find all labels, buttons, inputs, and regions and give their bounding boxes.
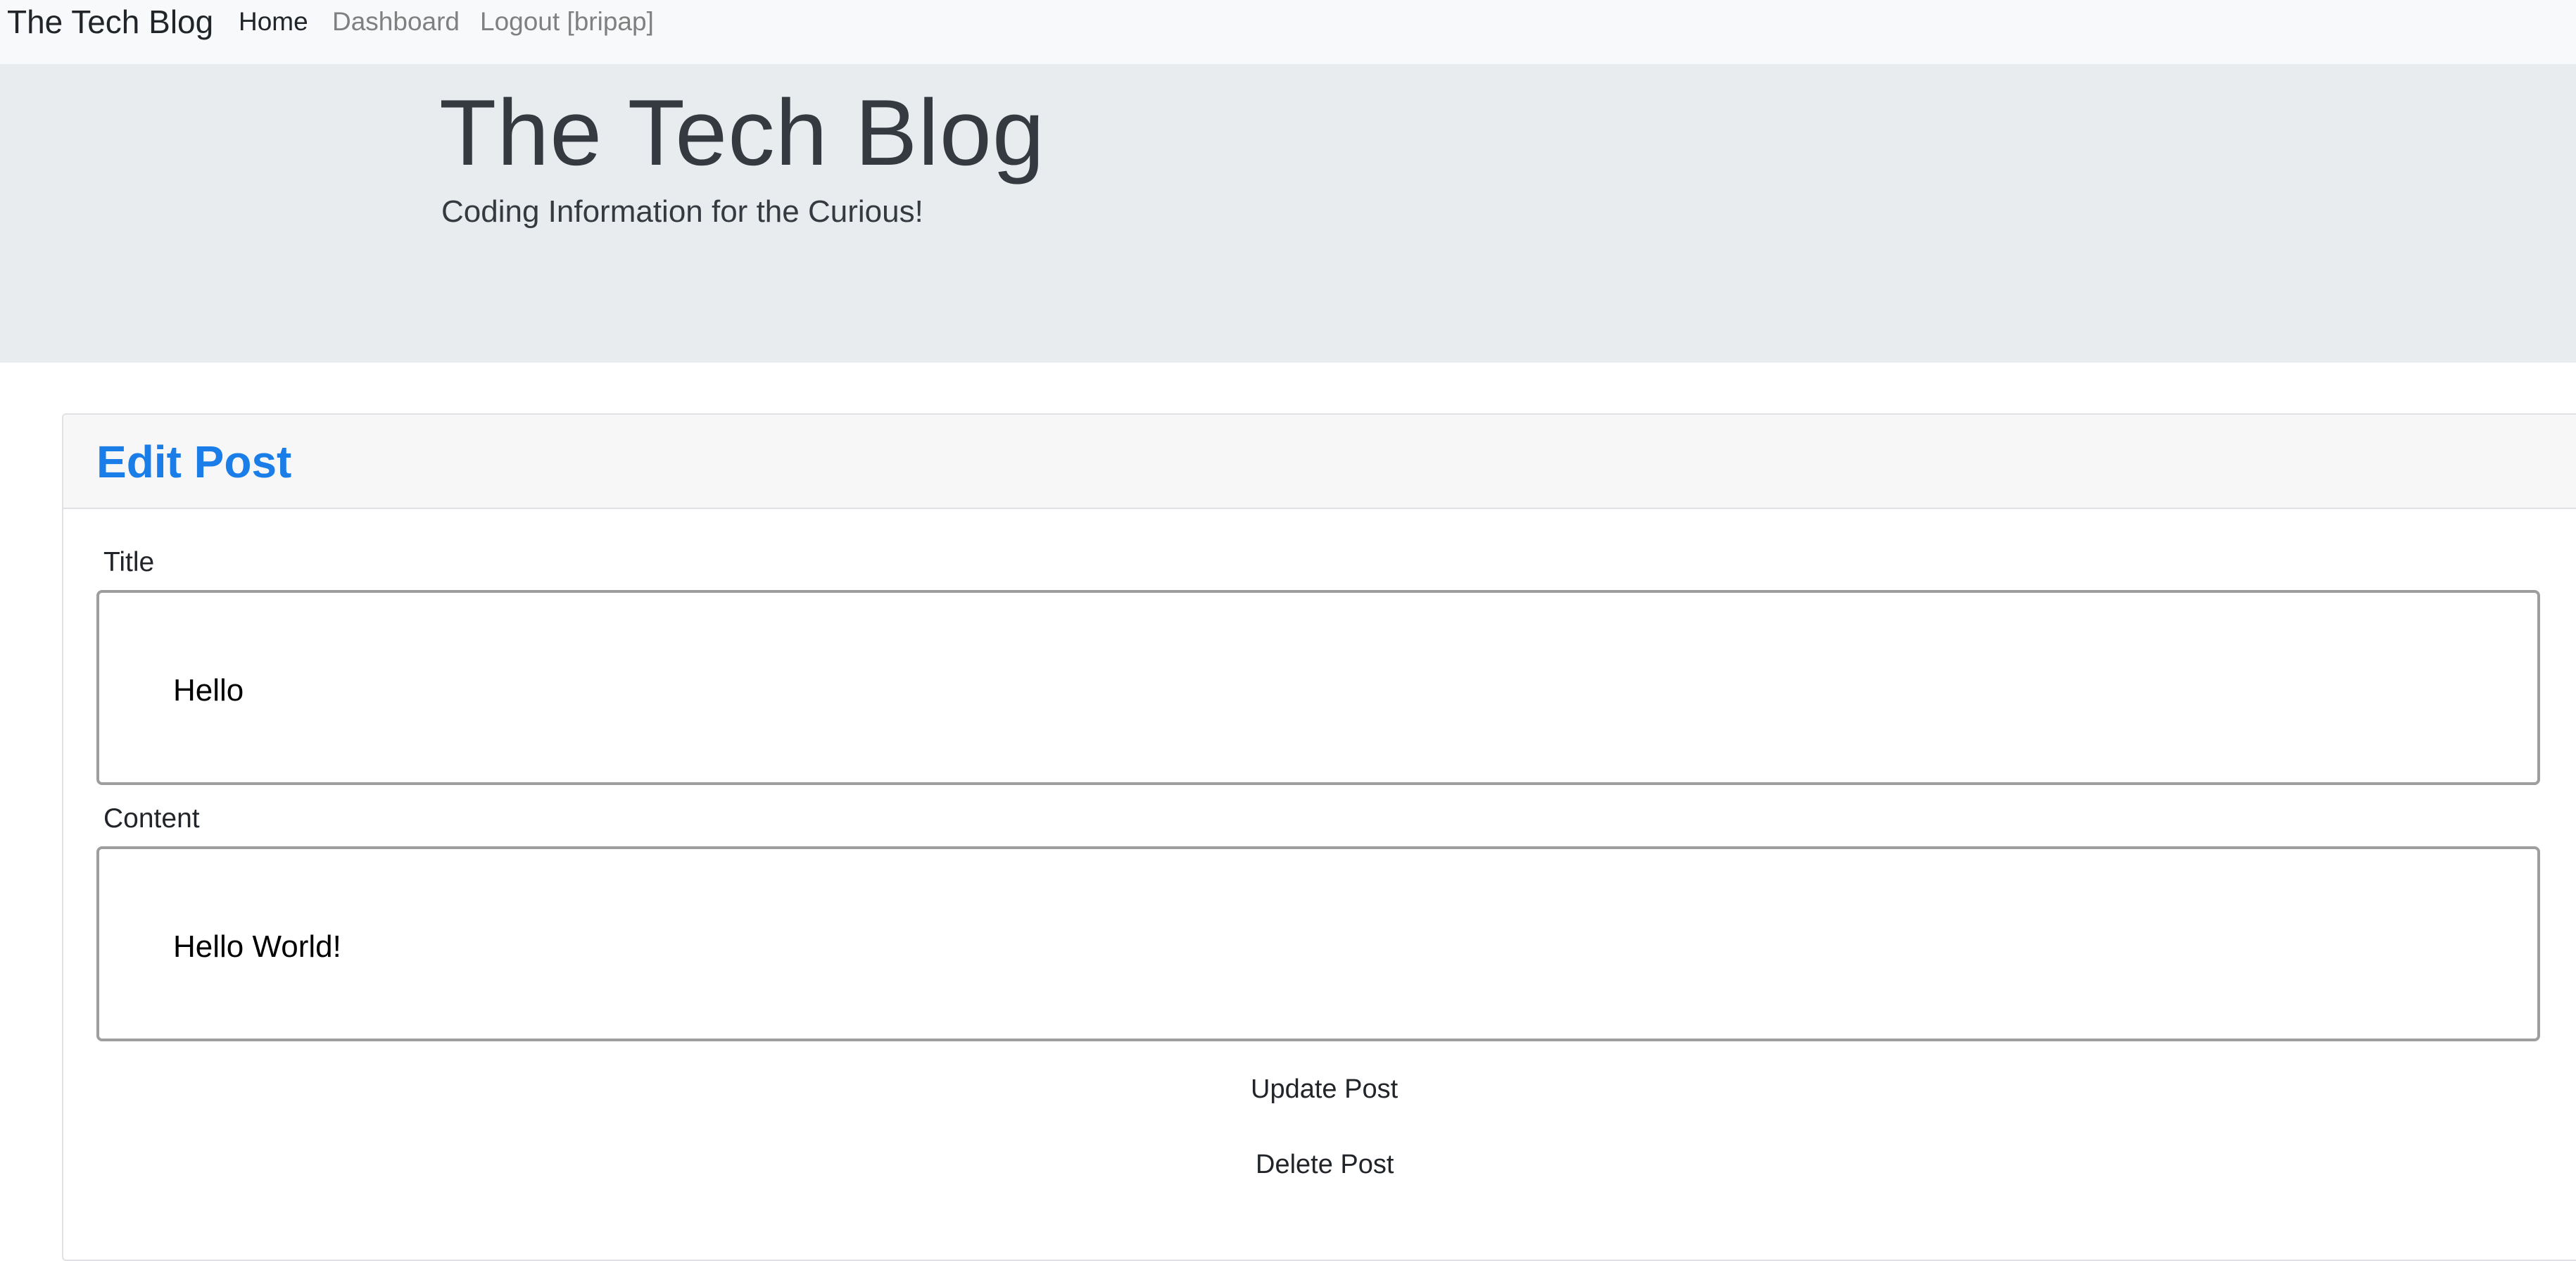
navbar-brand[interactable]: The Tech Blog: [7, 0, 213, 44]
top-navbar: The Tech Blog Home Dashboard Logout [bri…: [0, 0, 2576, 64]
nav-link-home[interactable]: Home: [239, 0, 308, 44]
content-textarea[interactable]: Hello World!: [96, 846, 2540, 1041]
nav-link-logout[interactable]: Logout [bripap]: [480, 0, 654, 44]
title-input-value: Hello: [173, 673, 244, 708]
content-label: Content: [103, 803, 200, 834]
card-header: Edit Post: [63, 415, 2576, 509]
hero-title: The Tech Blog: [439, 81, 1045, 185]
update-post-button[interactable]: Update Post: [1251, 1074, 1398, 1105]
title-label: Title: [103, 547, 155, 577]
hero-banner: The Tech Blog Coding Information for the…: [0, 64, 2576, 363]
title-input[interactable]: Hello: [96, 590, 2540, 785]
nav-link-dashboard[interactable]: Dashboard: [332, 0, 460, 44]
delete-post-button[interactable]: Delete Post: [1256, 1150, 1394, 1180]
content-textarea-value: Hello World!: [173, 929, 341, 964]
hero-subtitle: Coding Information for the Curious!: [441, 194, 923, 229]
edit-post-card: Edit Post Title Hello Content Hello Worl…: [62, 413, 2576, 1261]
edit-post-heading: Edit Post: [96, 437, 292, 487]
